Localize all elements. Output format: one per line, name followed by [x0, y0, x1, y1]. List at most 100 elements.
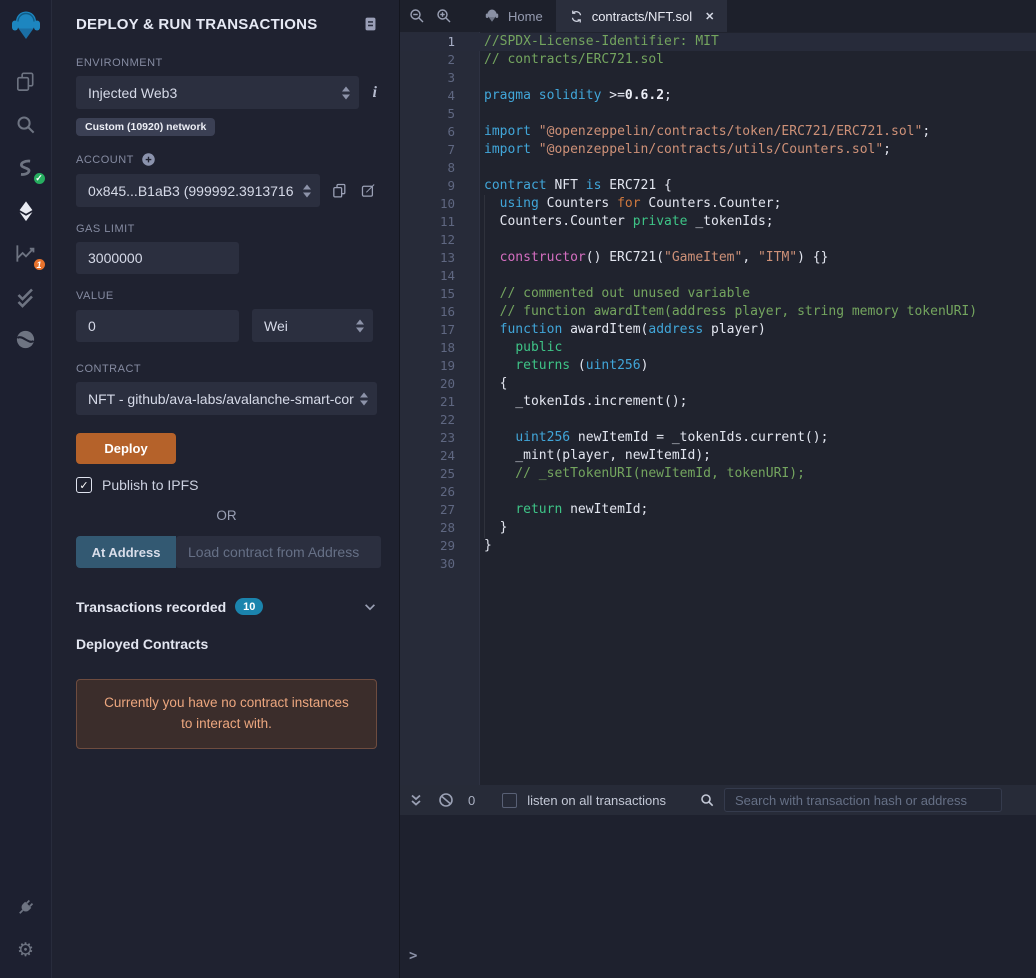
code-line[interactable]: 23 uint256 newItemId = _tokenIds.current…: [400, 429, 1036, 447]
tab-bar: Home contracts/NFT.sol ✕: [400, 0, 1036, 32]
code-line[interactable]: 15 // commented out unused variable: [400, 285, 1036, 303]
terminal-search-icon: [701, 794, 714, 807]
code-line[interactable]: 13 constructor() ERC721("GameItem", "ITM…: [400, 249, 1036, 267]
line-number: 24: [439, 448, 455, 463]
search-icon[interactable]: [0, 103, 52, 146]
file-tab-label: contracts/NFT.sol: [591, 8, 693, 24]
sync-file-icon: [571, 10, 581, 22]
analysis-count-badge: 1: [31, 257, 47, 272]
copy-account-icon[interactable]: [331, 182, 348, 199]
line-number: 1: [447, 34, 455, 49]
code-editor[interactable]: 1 //SPDX-License-Identifier: MIT 2 // contr…: [400, 32, 1036, 785]
code-text: {: [484, 376, 508, 391]
environment-info-icon[interactable]: i: [373, 84, 377, 102]
file-explorer-icon[interactable]: [0, 60, 52, 103]
line-number: 8: [447, 160, 455, 175]
line-number: 18: [439, 340, 455, 355]
unit-testing-icon[interactable]: [0, 275, 52, 318]
code-line[interactable]: 19 returns (uint256): [400, 357, 1036, 375]
transactions-count-badge: 10: [235, 598, 264, 615]
code-text: return newItemId;: [515, 502, 649, 517]
add-account-icon[interactable]: [141, 152, 156, 167]
code-line[interactable]: 22: [400, 411, 1036, 429]
contract-select[interactable]: NFT - github/ava-labs/avalanche-smart-co…: [76, 382, 377, 415]
code-line[interactable]: 27 return newItemId;: [400, 501, 1036, 519]
terminal-output[interactable]: >: [400, 815, 1036, 978]
code-line[interactable]: 5: [400, 105, 1036, 123]
deploy-run-icon[interactable]: [0, 189, 52, 232]
value-unit-select[interactable]: Wei: [252, 309, 373, 342]
zoom-in-icon[interactable]: [435, 7, 453, 25]
at-address-input[interactable]: [176, 536, 381, 568]
edit-account-icon[interactable]: [360, 182, 377, 199]
main-area: Home contracts/NFT.sol ✕ 1 //SPDX-License…: [400, 0, 1036, 978]
chevron-down-icon[interactable]: [363, 600, 377, 614]
solidity-compiler-icon[interactable]: ✓: [0, 146, 52, 189]
at-address-button[interactable]: At Address: [76, 536, 176, 568]
code-line[interactable]: 14: [400, 267, 1036, 285]
code-line[interactable]: 24 _mint(player, newItemId);: [400, 447, 1036, 465]
account-select[interactable]: 0x845...B1aB3 (999992.3913716: [76, 174, 320, 207]
value-input[interactable]: [76, 309, 239, 342]
expand-terminal-icon[interactable]: [408, 792, 424, 808]
code-line[interactable]: 21 _tokenIds.increment();: [400, 393, 1036, 411]
code-line[interactable]: 29}: [400, 537, 1036, 555]
tab-nft-sol[interactable]: contracts/NFT.sol ✕: [555, 0, 728, 32]
line-number: 21: [439, 394, 455, 409]
code-line[interactable]: 9 contract NFT is ERC721 {: [400, 177, 1036, 195]
zoom-out-icon[interactable]: [408, 7, 426, 25]
plugin-manager-icon[interactable]: [0, 886, 52, 929]
code-line[interactable]: 10 using Counters for Counters.Counter;: [400, 195, 1036, 213]
code-line[interactable]: 6 import "@openzeppelin/contracts/token/E…: [400, 123, 1036, 141]
contract-label: CONTRACT: [76, 363, 142, 375]
listen-all-checkbox[interactable]: [502, 792, 518, 808]
code-line[interactable]: 4 pragma solidity >=0.6.2;: [400, 87, 1036, 105]
line-number: 4: [447, 88, 455, 103]
code-line[interactable]: 26: [400, 483, 1036, 501]
terminal-search-input[interactable]: [724, 788, 1002, 812]
close-tab-icon[interactable]: ✕: [705, 10, 714, 23]
tab-home[interactable]: Home: [471, 0, 556, 32]
code-line[interactable]: 8: [400, 159, 1036, 177]
gas-limit-input[interactable]: [76, 242, 239, 274]
line-number: 11: [439, 214, 455, 229]
no-instances-message: Currently you have no contract instances…: [76, 679, 377, 749]
deploy-button[interactable]: Deploy: [76, 433, 176, 464]
code-line[interactable]: 3: [400, 69, 1036, 87]
code-line[interactable]: 11 Counters.Counter private _tokenIds;: [400, 213, 1036, 231]
line-number: 23: [439, 430, 455, 445]
code-line[interactable]: 2 // contracts/ERC721.sol: [400, 51, 1036, 69]
clear-terminal-icon[interactable]: [438, 792, 454, 808]
code-line[interactable]: 25 // _setTokenURI(newItemId, tokenURI);: [400, 465, 1036, 483]
line-number: 20: [439, 376, 455, 391]
code-text: // contracts/ERC721.sol: [484, 52, 665, 67]
account-label: ACCOUNT: [76, 153, 134, 166]
sourcify-icon[interactable]: [0, 318, 52, 361]
code-line[interactable]: 16 // function awardItem(address player,…: [400, 303, 1036, 321]
code-line[interactable]: 20 {: [400, 375, 1036, 393]
code-text: //SPDX-License-Identifier: MIT: [484, 34, 719, 49]
code-text: returns (uint256): [515, 358, 649, 373]
code-line[interactable]: 7 import "@openzeppelin/contracts/utils/C…: [400, 141, 1036, 159]
code-line[interactable]: 12: [400, 231, 1036, 249]
line-number: 19: [439, 358, 455, 373]
settings-icon[interactable]: ⚙: [0, 929, 52, 972]
chevron-updown-icon: [341, 86, 350, 99]
code-line[interactable]: 28 }: [400, 519, 1036, 537]
code-text: import "@openzeppelin/contracts/token/ER…: [484, 124, 931, 139]
publish-ipfs-checkbox[interactable]: ✓: [76, 477, 92, 493]
environment-select[interactable]: Injected Web3: [76, 76, 359, 109]
static-analysis-icon[interactable]: 1: [0, 232, 52, 275]
code-line[interactable]: 30: [400, 555, 1036, 573]
code-text: }: [484, 538, 492, 553]
documentation-icon[interactable]: [362, 15, 379, 33]
code-line[interactable]: 1 //SPDX-License-Identifier: MIT: [400, 33, 1036, 51]
environment-label: ENVIRONMENT: [76, 57, 163, 69]
panel-title: DEPLOY & RUN TRANSACTIONS: [76, 15, 318, 33]
code-line[interactable]: 17 function awardItem(address player): [400, 321, 1036, 339]
line-number: 13: [439, 250, 455, 265]
code-line[interactable]: 18 public: [400, 339, 1036, 357]
